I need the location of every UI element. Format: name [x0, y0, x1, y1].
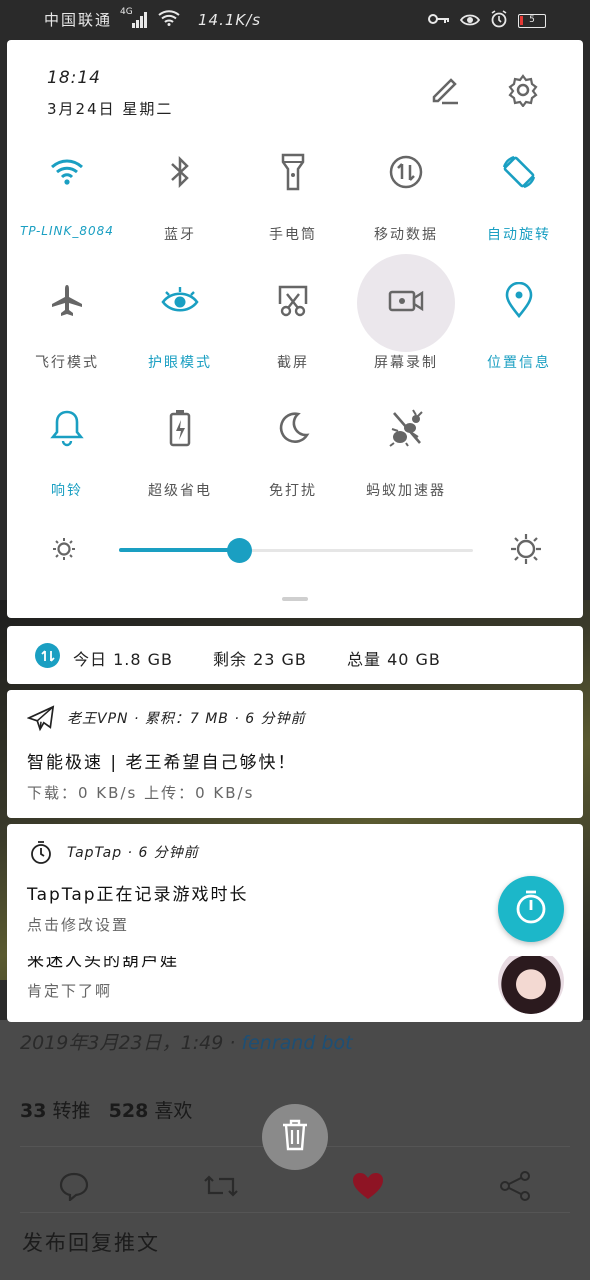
- battery-bolt-icon: [160, 408, 200, 448]
- tile-mobile-data[interactable]: 移动数据: [351, 152, 461, 262]
- retweet-count: 33: [20, 1100, 47, 1122]
- brightness-slider[interactable]: [47, 522, 547, 578]
- tile-bluetooth[interactable]: 蓝牙: [125, 152, 235, 262]
- stopwatch-icon: [27, 838, 55, 866]
- stopwatch-icon: [512, 888, 550, 930]
- notification-vpn[interactable]: 老王VPN · 累积：7 MB · 6 分钟前 智能极速 | 老王希望自己够快！…: [7, 690, 583, 818]
- clock: 18:14: [47, 68, 101, 88]
- rotate-icon: [499, 152, 539, 192]
- taptap-timer-button[interactable]: [498, 876, 564, 942]
- eye-icon: [459, 11, 481, 31]
- notification-text: 下载：0 KB/s 上传：0 KB/s: [27, 784, 255, 802]
- key-icon: [428, 12, 450, 30]
- data-total: 总量 40 GB: [347, 650, 441, 669]
- data-usage-bar[interactable]: 今日 1.8 GB 剩余 23 GB 总量 40 GB: [7, 626, 583, 684]
- tile-label: 免打扰: [269, 483, 317, 499]
- tile-airplane[interactable]: 飞行模式: [12, 280, 122, 390]
- tile-label: 截屏: [277, 355, 309, 371]
- reply-icon[interactable]: [56, 1168, 92, 1204]
- brightness-low-icon: [51, 536, 77, 566]
- data-remaining: 剩余 23 GB: [213, 650, 307, 669]
- ant-icon: [386, 408, 426, 448]
- tile-auto-rotate[interactable]: 自动旋转: [464, 152, 574, 262]
- tile-screenshot[interactable]: 截屏: [238, 280, 348, 390]
- edit-button[interactable]: [425, 72, 465, 112]
- moon-icon: [273, 408, 313, 448]
- tile-label: 超级省电: [148, 483, 212, 499]
- location-pin-icon: [499, 280, 539, 320]
- notification-header: TapTap · 6 分钟前: [67, 845, 199, 861]
- notification-title: TapTap正在记录游戏时长: [27, 885, 249, 905]
- bell-icon: [47, 408, 87, 448]
- divider: [20, 1212, 570, 1213]
- clear-notifications-button[interactable]: [262, 1104, 328, 1170]
- tile-screen-record[interactable]: 屏幕录制: [351, 254, 461, 390]
- date: 3月24日 星期二: [47, 100, 174, 118]
- alarm-icon: [490, 10, 508, 32]
- retweet-icon[interactable]: [203, 1168, 239, 1204]
- tile-ring[interactable]: 响铃: [12, 408, 122, 518]
- like-count: 528: [108, 1100, 149, 1122]
- mobile-data-icon: [35, 643, 60, 668]
- network-speed: 14.1K/s: [198, 10, 262, 29]
- pencil-icon: [428, 73, 462, 111]
- notification-text: 点击修改设置: [27, 916, 130, 934]
- eye-icon: [160, 280, 200, 320]
- trash-icon: [280, 1118, 310, 1156]
- reply-input[interactable]: 发布回复推文: [22, 1227, 160, 1257]
- settings-button[interactable]: [503, 72, 543, 112]
- airplane-icon: [47, 280, 87, 320]
- scissors-icon: [273, 280, 313, 320]
- tweet-counts: 33 转推 528 喜欢: [20, 1100, 193, 1122]
- tile-wifi[interactable]: TP-LINK_8084: [12, 152, 122, 262]
- video-camera-icon: [386, 280, 426, 320]
- quick-settings-panel: 18:14 3月24日 星期二 TP-LINK_8084 蓝牙 手电筒 移动数据: [7, 40, 583, 618]
- carrier-name: 中国联通: [44, 11, 113, 29]
- drag-handle[interactable]: [282, 597, 308, 601]
- brightness-high-icon: [509, 532, 543, 570]
- wifi-icon: [47, 152, 87, 192]
- notification-text: 肯定下了啊: [27, 982, 113, 1000]
- tile-label: 自动旋转: [487, 227, 551, 243]
- battery-icon: 5: [518, 14, 546, 28]
- tile-label: 蓝牙: [164, 227, 196, 243]
- slider-thumb[interactable]: [227, 538, 253, 563]
- flashlight-icon: [273, 152, 313, 192]
- tile-label: 响铃: [51, 483, 83, 499]
- tile-label: 位置信息: [487, 355, 551, 371]
- tile-label: 蚂蚁加速器: [366, 483, 446, 499]
- tile-location[interactable]: 位置信息: [464, 280, 574, 390]
- wifi-icon: [158, 9, 180, 30]
- tile-eye-comfort[interactable]: 护眼模式: [125, 280, 235, 390]
- mobile-data-icon: [386, 152, 426, 192]
- slider-fill: [119, 548, 240, 552]
- notification-title: 智能极速 | 老王希望自己够快！: [27, 753, 297, 773]
- status-bar: 中国联通 4G 14.1K/s 5: [0, 0, 590, 40]
- tile-do-not-disturb[interactable]: 免打扰: [238, 408, 348, 518]
- tile-power-saving[interactable]: 超级省电: [125, 408, 235, 518]
- tile-ant-accelerator[interactable]: 蚂蚁加速器: [351, 408, 461, 518]
- signal-icon: 4G: [120, 7, 150, 29]
- paper-plane-icon: [27, 704, 55, 732]
- tile-label: 屏幕录制: [374, 355, 438, 371]
- tile-label: TP-LINK_8084: [20, 224, 114, 238]
- bluetooth-icon: [160, 152, 200, 192]
- notification-header: 老王VPN · 累积：7 MB · 6 分钟前: [67, 711, 306, 727]
- data-today: 今日 1.8 GB: [73, 650, 173, 669]
- notification-taptap[interactable]: TapTap · 6 分钟前 TapTap正在记录游戏时长 点击修改设置: [7, 824, 583, 956]
- tile-label: 移动数据: [374, 227, 438, 243]
- gear-icon: [506, 73, 540, 111]
- heart-icon[interactable]: [350, 1168, 386, 1204]
- tile-flashlight[interactable]: 手电筒: [238, 152, 348, 262]
- tile-label: 手电筒: [269, 227, 317, 243]
- tweet-meta: 2019年3月23日，1:49 · fenrand bot: [20, 1032, 353, 1054]
- tile-label: 飞行模式: [35, 355, 99, 371]
- avatar: [498, 948, 564, 1014]
- share-icon[interactable]: [497, 1168, 533, 1204]
- tile-label: 护眼模式: [148, 355, 212, 371]
